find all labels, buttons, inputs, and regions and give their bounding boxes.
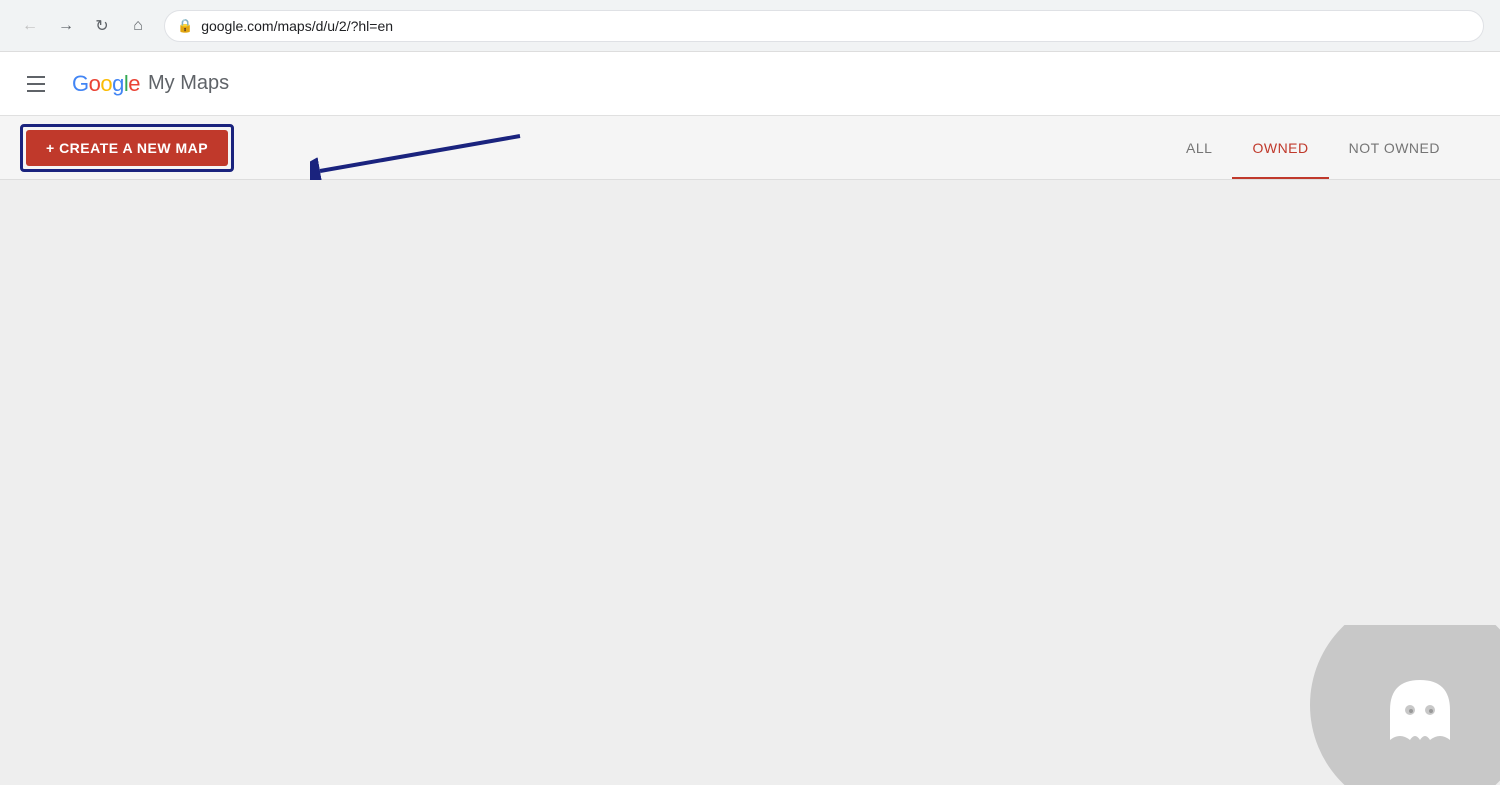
address-bar[interactable]: 🔒 google.com/maps/d/u/2/?hl=en (164, 10, 1484, 42)
hamburger-menu-button[interactable] (16, 64, 56, 104)
hamburger-line-2 (27, 83, 45, 85)
tab-all[interactable]: ALL (1166, 116, 1232, 179)
nav-buttons: ← → ↻ ⌂ (16, 12, 152, 40)
app-header: Google My Maps (0, 52, 1500, 116)
logo-area: Google My Maps (72, 71, 229, 97)
lock-icon: 🔒 (177, 18, 193, 34)
hamburger-line-3 (27, 90, 45, 92)
create-btn-wrapper: + CREATE A NEW MAP (20, 124, 234, 172)
home-button[interactable]: ⌂ (124, 12, 152, 40)
tab-owned[interactable]: OWNED (1232, 116, 1328, 179)
main-content (0, 180, 1500, 785)
reload-button[interactable]: ↻ (88, 12, 116, 40)
logo-o2: o (100, 71, 112, 96)
back-button[interactable]: ← (16, 12, 44, 40)
ghost-container (1300, 625, 1500, 785)
logo-g2: g (112, 71, 124, 96)
forward-button[interactable]: → (52, 12, 80, 40)
toolbar: + CREATE A NEW MAP ALL OWNED NOT OWNED (0, 116, 1500, 180)
ghost-circle (1310, 625, 1500, 785)
ghost-icon (1380, 660, 1460, 750)
tab-area: ALL OWNED NOT OWNED (1166, 116, 1460, 179)
browser-chrome: ← → ↻ ⌂ 🔒 google.com/maps/d/u/2/?hl=en (0, 0, 1500, 52)
google-logo: Google (72, 71, 140, 97)
logo-g: G (72, 71, 89, 96)
logo-e: e (128, 71, 140, 96)
app-name: My Maps (148, 72, 229, 95)
create-new-map-button[interactable]: + CREATE A NEW MAP (26, 130, 228, 166)
hamburger-line-1 (27, 76, 45, 78)
logo-o1: o (89, 71, 101, 96)
url-text: google.com/maps/d/u/2/?hl=en (201, 18, 393, 34)
tab-not-owned[interactable]: NOT OWNED (1329, 116, 1460, 179)
